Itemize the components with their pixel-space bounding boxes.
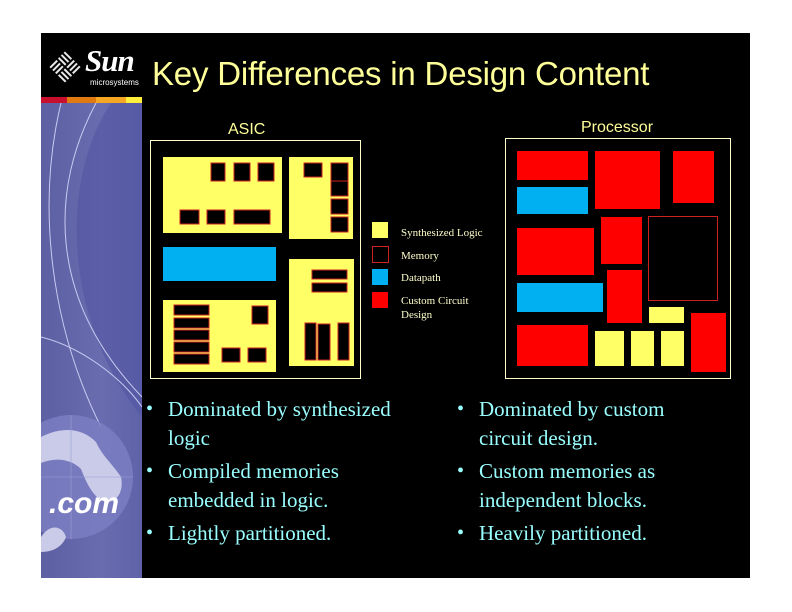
legend-label-custom: Custom Circuit Design [401,295,469,321]
asic-bullet: • Dominated by synthesized logic [146,397,391,450]
legend-swatch-memory [372,246,389,263]
processor-bullet: • Heavily partitioned. [457,521,647,545]
processor-bullets: • Dominated by custom circuit design. • Cu… [455,395,715,552]
memory-cell [330,180,349,197]
processor-bullet: • Dominated by custom circuit design. [457,397,665,450]
custom-circuit-block [607,270,642,323]
asic-bullets: • Dominated by synthesized logic • Compile… [144,395,394,552]
legend-label-datapath: Datapath [401,272,441,284]
asic-bullet: • Compiled memories embedded in logic. [146,459,339,512]
memory-cell [330,162,349,182]
memory-cell [210,162,226,182]
memory-cell [221,347,241,363]
memory-cell [173,341,210,353]
synthesized-logic-block [595,331,624,366]
memory-cell [173,353,210,365]
memory-cell [311,282,348,293]
memory-cell [251,305,269,325]
memory-cell [303,162,323,178]
asic-bullet: • Lightly partitioned. [146,521,332,545]
datapath-block [163,247,276,281]
slide: .com Sun microsystems Key Differences in… [41,33,750,578]
custom-circuit-block [691,313,726,372]
memory-cell [337,322,350,361]
memory-cell [173,304,210,316]
legend-swatch-synthesized [372,222,388,238]
legend-label-synthesized: Synthesized Logic [401,227,483,239]
memory-cell [233,209,271,225]
memory-cell [311,269,348,280]
custom-circuit-block [517,151,588,180]
memory-cell [179,209,200,225]
memory-cell [304,322,317,361]
memory-cell [330,198,349,215]
custom-circuit-block [517,325,588,366]
legend-swatch-datapath [372,269,388,285]
custom-circuit-block [673,151,714,203]
datapath-block [517,187,588,214]
datapath-block [517,283,603,312]
memory-cell [173,317,210,329]
legend-label-memory: Memory [401,250,439,262]
processor-bullet: • Custom memories as independent blocks. [457,459,656,512]
memory-cell [233,162,251,182]
synthesized-logic-block [661,331,684,366]
memory-cell [330,216,349,233]
legend-swatch-custom [372,292,388,308]
synthesized-logic-block [649,307,684,323]
custom-circuit-block [595,151,660,209]
memory-cell [206,209,226,225]
memory-cell [173,329,210,341]
memory-cell [247,347,267,363]
synthesized-logic-block [631,331,654,366]
memory-cell [317,323,331,361]
memory-block [648,216,718,301]
memory-cell [257,162,275,182]
custom-circuit-block [517,228,594,275]
custom-circuit-block [601,217,642,264]
